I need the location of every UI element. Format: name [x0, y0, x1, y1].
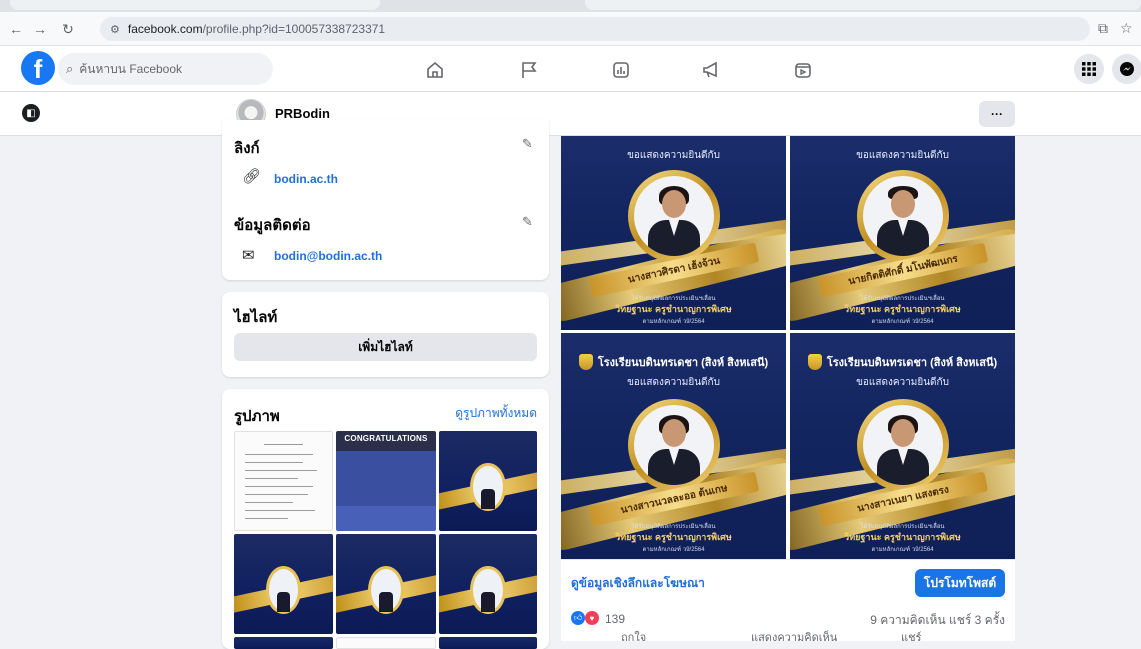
browser-toolbar: ← → ↻ ⚙ facebook.com/profile.php?id=1000… — [0, 12, 1141, 46]
links-card: ลิงก์ ✎ 🔗︎ bodin.ac.th ข้อมูลติดต่อ ✎ ✉ … — [222, 120, 549, 280]
school-crest-icon — [578, 354, 593, 370]
tile-congrat-text: ขอแสดงความยินดีกับ — [627, 150, 720, 161]
portrait-frame — [857, 399, 949, 491]
home-icon[interactable] — [423, 59, 447, 81]
facebook-logo[interactable]: f — [21, 51, 55, 85]
tile-rank: วิทยฐานะ ครูชำนาญการพิเศษ — [844, 304, 961, 314]
edit-pencil-icon[interactable]: ✎ — [522, 214, 533, 230]
post-image-tile[interactable]: ขอแสดงความยินดีกับ นายกิตติศักดิ์ มโนพัฒ… — [790, 136, 1015, 330]
tile-congrat-text: ขอแสดงความยินดีกับ — [856, 377, 949, 388]
edit-pencil-icon[interactable]: ✎ — [522, 136, 533, 152]
url-host: facebook.com — [127, 22, 203, 36]
like-button[interactable]: ถูกใจ — [621, 630, 646, 641]
tile-rank: วิทยฐานะ ครูชำนาญการพิเศษ — [615, 304, 732, 314]
portrait-frame — [628, 399, 720, 491]
promote-post-button[interactable]: โปรโมทโพสต์ — [915, 569, 1005, 597]
post-stats: 👍︎ ♥ 139 9 ความคิดเห็น แชร์ 3 ครั้ง — [561, 606, 1015, 630]
megaphone-icon[interactable] — [699, 59, 723, 81]
post-actions: ถูกใจ แสดงความคิดเห็น แชร์ — [561, 630, 1015, 641]
messenger-icon[interactable] — [1112, 54, 1141, 84]
add-highlight-button[interactable]: เพิ่มไฮไลท์ — [234, 333, 537, 361]
photo-thumbnail[interactable] — [234, 637, 333, 649]
facebook-top-bar: f ⌕ ค้นหาบน Facebook — [0, 46, 1141, 92]
search-placeholder: ค้นหาบน Facebook — [79, 61, 183, 76]
tile-school-header: โรงเรียนบดินทรเดชา (สิงห์ สิงหเสนี) — [561, 353, 786, 371]
insights-bar: ดูข้อมูลเชิงลึกและโฆษณา โปรโมทโพสต์ — [561, 559, 1015, 599]
photo-thumbnail[interactable] — [439, 534, 537, 634]
profile-name[interactable]: PRBodin — [275, 106, 330, 121]
menu-grid-icon[interactable] — [1074, 54, 1104, 84]
tile-rank: วิทยฐานะ ครูชำนาญการพิเศษ — [615, 532, 732, 542]
arrow-left-icon[interactable]: ← — [6, 19, 26, 39]
website-link[interactable]: bodin.ac.th — [274, 172, 338, 186]
more-options-button[interactable]: ··· — [979, 101, 1015, 127]
comments-shares-count[interactable]: 9 ความคิดเห็น แชร์ 3 ครั้ง — [870, 611, 1005, 630]
url-bar[interactable]: ⚙ facebook.com/profile.php?id=1000573387… — [100, 17, 1090, 41]
photo-thumbnail[interactable]: CONGRATULATIONS — [336, 431, 436, 531]
comment-button[interactable]: แสดงความคิดเห็น — [751, 630, 837, 641]
tile-congrat-text: ขอแสดงความยินดีกับ — [627, 377, 720, 388]
links-title: ลิงก์ — [234, 140, 260, 157]
tile-criteria: ตามหลักเกณฑ์ ว9/2564 — [871, 547, 934, 553]
post-card: ขอแสดงความยินดีกับ นางสาวศิรดา เฮ้งจ้วน … — [561, 136, 1015, 641]
url-path: /profile.php?id=100057338723371 — [202, 22, 386, 36]
tile-rank: วิทยฐานะ ครูชำนาญการพิเศษ — [844, 532, 961, 542]
sidebar-toggle-icon[interactable]: ◧ — [22, 104, 40, 122]
portrait-frame — [857, 170, 949, 262]
school-crest-icon — [807, 354, 822, 370]
browser-tab-strip — [0, 0, 1141, 12]
reload-icon[interactable]: ↻ — [58, 19, 78, 39]
tile-school-name: โรงเรียนบดินทรเดชา (สิงห์ สิงหเสนี) — [826, 357, 998, 369]
browser-tab[interactable] — [10, 0, 380, 10]
post-image-tile[interactable]: ขอแสดงความยินดีกับ นางสาวศิรดา เฮ้งจ้วน … — [561, 136, 786, 330]
photos-card: รูปภาพ ดูรูปภาพทั้งหมด CONGRATULATIONS — [222, 389, 549, 649]
highlights-title: ไฮไลท์ — [234, 309, 278, 326]
post-image-tile[interactable]: โรงเรียนบดินทรเดชา (สิงห์ สิงหเสนี) ขอแส… — [561, 333, 786, 559]
tile-school-name: โรงเรียนบดินทรเดชา (สิงห์ สิงหเสนี) — [597, 357, 769, 369]
photo-thumbnail[interactable] — [336, 534, 436, 634]
gaming-icon[interactable] — [609, 59, 633, 81]
install-app-icon[interactable]: ⧉ — [1098, 20, 1108, 37]
tile-congrat-text: ขอแสดงความยินดีกับ — [856, 150, 949, 161]
tile-school-header: โรงเรียนบดินทรเดชา (สิงห์ สิงหเสนี) — [790, 353, 1015, 371]
browser-tab[interactable] — [585, 0, 1141, 10]
share-button[interactable]: แชร์ — [901, 630, 921, 641]
photo-thumbnail[interactable] — [439, 431, 537, 531]
watch-icon[interactable] — [791, 59, 815, 81]
contact-title: ข้อมูลติดต่อ — [234, 217, 311, 234]
highlights-card: ไฮไลท์ เพิ่มไฮไลท์ — [222, 292, 549, 377]
post-image-tile[interactable]: โรงเรียนบดินทรเดชา (สิงห์ สิงหเสนี) ขอแส… — [790, 333, 1015, 559]
love-reaction-icon[interactable]: ♥ — [585, 611, 599, 625]
photo-thumbnail[interactable] — [234, 431, 333, 531]
insights-link[interactable]: ดูข้อมูลเชิงลึกและโฆษณา — [571, 574, 705, 593]
search-input[interactable]: ⌕ ค้นหาบน Facebook — [58, 53, 273, 85]
mail-icon: ✉ — [242, 247, 255, 264]
see-all-photos-link[interactable]: ดูรูปภาพทั้งหมด — [455, 404, 537, 423]
bookmark-star-icon[interactable]: ☆ — [1120, 20, 1133, 37]
photo-thumbnail[interactable] — [439, 637, 537, 649]
tile-criteria: ตามหลักเกณฑ์ ว9/2564 — [642, 547, 705, 553]
tile-criteria: ตามหลักเกณฑ์ ว9/2564 — [871, 319, 934, 325]
search-icon: ⌕ — [66, 61, 74, 76]
arrow-right-icon[interactable]: → — [30, 19, 50, 39]
site-settings-icon[interactable]: ⚙ — [110, 23, 120, 36]
like-reaction-icon[interactable]: 👍︎ — [571, 611, 585, 625]
tile-criteria: ตามหลักเกณฑ์ ว9/2564 — [642, 319, 705, 325]
flag-icon[interactable] — [517, 59, 541, 81]
photos-title: รูปภาพ — [234, 408, 280, 425]
portrait-frame — [628, 170, 720, 262]
photo-thumbnail[interactable] — [234, 534, 333, 634]
congrats-caption: CONGRATULATIONS — [344, 434, 428, 443]
email-link[interactable]: bodin@bodin.ac.th — [274, 249, 382, 263]
reaction-count[interactable]: 139 — [605, 612, 625, 626]
profile-sticky-header: ◧ PRBodin ··· — [0, 92, 1141, 136]
link-icon: 🔗︎ — [242, 168, 262, 185]
photo-thumbnail[interactable] — [336, 637, 436, 649]
